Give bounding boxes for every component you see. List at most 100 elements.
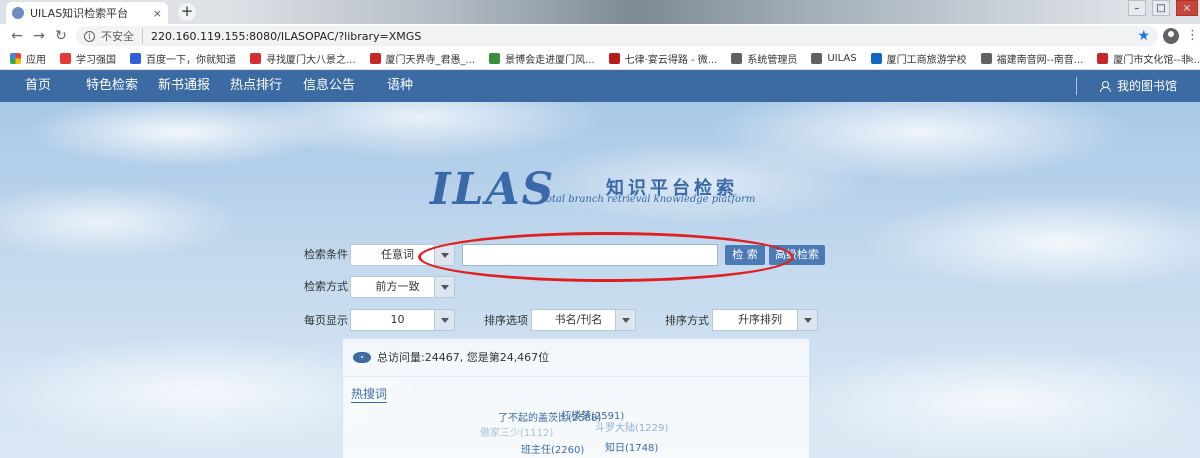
url-text[interactable]: 220.160.119.155:8080/ILASOPAC/?library=X… bbox=[151, 30, 421, 43]
chevron-down-icon[interactable] bbox=[434, 277, 454, 297]
method-select[interactable]: 前方一致 bbox=[350, 276, 455, 298]
bookmark-label: 学习强国 bbox=[76, 55, 116, 66]
bookmark-item[interactable]: 百度一下，你就知道 bbox=[130, 51, 236, 66]
bookmark-item[interactable]: 福建南音网--南音... bbox=[980, 51, 1084, 66]
nav-home[interactable]: 首页 bbox=[25, 70, 51, 102]
chevron-down-icon[interactable] bbox=[434, 310, 454, 330]
bookmark-item[interactable]: 学习强国 bbox=[60, 51, 116, 66]
profile-icon[interactable] bbox=[1163, 28, 1179, 44]
bookmarks-bar: 应用 学习强国 百度一下，你就知道 寻找厦门大八景之... 厦门天界寺_君愚_... 景博… bbox=[0, 48, 1200, 70]
tab-title: UILAS知识检索平台 bbox=[30, 7, 129, 20]
browser-tabstrip: UILAS知识检索平台 × + – □ × bbox=[0, 0, 1200, 24]
bookmark-item[interactable]: UILAS bbox=[811, 53, 857, 64]
apps-grid-icon bbox=[10, 53, 21, 64]
bookmark-favicon-icon bbox=[489, 53, 501, 64]
nav-language[interactable]: 语种 bbox=[387, 70, 413, 102]
bookmark-label: 七律·宴云得路 - 微... bbox=[624, 55, 718, 66]
site-favicon-icon bbox=[12, 7, 24, 19]
sort-method-label: 排序方式 bbox=[665, 314, 709, 327]
bookmark-label: 福建南音网--南音... bbox=[996, 55, 1084, 66]
eye-icon bbox=[353, 351, 371, 363]
tab-close-icon[interactable]: × bbox=[153, 7, 162, 20]
nav-new-books[interactable]: 新书通报 bbox=[158, 70, 210, 102]
nav-hot-ranking[interactable]: 热点排行 bbox=[230, 70, 282, 102]
ilas-logo: ILAS bbox=[430, 164, 556, 215]
bookmark-label: 景博会走进厦门风... bbox=[505, 55, 595, 66]
bookmark-favicon-icon bbox=[250, 53, 261, 64]
bookmark-label: 厦门天界寺_君愚_... bbox=[385, 55, 476, 66]
bookmark-favicon-icon bbox=[980, 53, 992, 64]
chevron-down-icon[interactable] bbox=[797, 310, 817, 330]
bookmark-favicon-icon bbox=[870, 53, 882, 64]
bookmark-item[interactable]: 寻找厦门大八景之... bbox=[250, 51, 356, 66]
hot-words-title: 热搜词 bbox=[351, 387, 388, 403]
hot-word[interactable]: 红楼梦(2591) bbox=[561, 411, 624, 423]
bookmark-label: UILAS bbox=[827, 53, 857, 64]
stats-panel: 总访问量:24467, 您是第24,467位 热搜词 了不起的盖茨比(2588)… bbox=[342, 338, 810, 458]
address-bar[interactable]: i 不安全 220.160.119.155:8080/ILASOPAC/?lib… bbox=[76, 26, 1158, 46]
chevron-down-icon[interactable] bbox=[434, 245, 454, 265]
browser-tab-active[interactable]: UILAS知识检索平台 × bbox=[6, 2, 168, 24]
search-input[interactable] bbox=[462, 244, 718, 266]
bookmark-favicon-icon bbox=[731, 53, 743, 64]
bookmark-label: 系统管理员 bbox=[747, 55, 798, 66]
bookmark-item[interactable]: 厦门工商旅游学校 bbox=[870, 51, 967, 66]
sort-option-select[interactable]: 书名/刊名 bbox=[531, 309, 636, 331]
hot-word[interactable]: 班主任(2260) bbox=[521, 445, 584, 457]
tabstrip-background bbox=[230, 0, 1130, 24]
close-window-button[interactable]: × bbox=[1176, 0, 1198, 16]
maximize-button[interactable]: □ bbox=[1152, 0, 1170, 16]
visit-counter-text: 总访问量:24467, 您是第24,467位 bbox=[377, 351, 550, 364]
nav-divider bbox=[1076, 77, 1077, 95]
bookmark-item[interactable]: 厦门市文化馆--非... bbox=[1097, 51, 1200, 66]
bookmark-item[interactable]: 七律·宴云得路 - 微... bbox=[608, 51, 718, 66]
per-page-select[interactable]: 10 bbox=[350, 309, 455, 331]
hot-word[interactable]: 知日(1748) bbox=[605, 443, 658, 455]
bookmark-favicon-icon bbox=[811, 53, 823, 64]
bookmark-apps[interactable]: 应用 bbox=[10, 51, 46, 66]
forward-icon[interactable]: → bbox=[30, 27, 48, 45]
bookmark-favicon-icon bbox=[60, 53, 71, 64]
sort-method-select[interactable]: 升序排列 bbox=[712, 309, 818, 331]
sort-option-label: 排序选项 bbox=[484, 314, 528, 327]
panel-divider bbox=[343, 376, 809, 377]
my-library-link[interactable]: 我的图书馆 bbox=[1100, 70, 1177, 102]
browser-toolbar: ← → ↻ i 不安全 220.160.119.155:8080/ILASOPA… bbox=[0, 24, 1200, 48]
bookmark-favicon-icon bbox=[369, 53, 381, 64]
browser-menu-icon[interactable]: ⋮ bbox=[1186, 28, 1199, 44]
chevron-down-icon[interactable] bbox=[615, 310, 635, 330]
bookmark-label: 寻找厦门大八景之... bbox=[266, 55, 356, 66]
condition-label: 检索条件 bbox=[304, 248, 348, 261]
bookmark-item[interactable]: 厦门天界寺_君愚_... bbox=[369, 51, 476, 66]
hot-word[interactable]: 傲家三少(1112) bbox=[480, 428, 553, 440]
logo-subtitle-en: Total branch retrieval knowledge platfor… bbox=[540, 194, 756, 205]
search-button[interactable]: 检 索 bbox=[725, 245, 765, 265]
minimize-button[interactable]: – bbox=[1128, 0, 1146, 16]
method-label: 检索方式 bbox=[304, 280, 348, 293]
nav-announcements[interactable]: 信息公告 bbox=[303, 70, 355, 102]
new-tab-button[interactable]: + bbox=[178, 3, 196, 21]
back-icon[interactable]: ← bbox=[8, 27, 26, 45]
bookmark-label: 厦门工商旅游学校 bbox=[886, 55, 967, 66]
bookmark-item[interactable]: 系统管理员 bbox=[731, 51, 797, 66]
search-stage: ILAS 知识平台检索 Total branch retrieval knowl… bbox=[0, 102, 1200, 458]
security-status[interactable]: 不安全 bbox=[101, 28, 143, 44]
site-nav-bar: 首页 特色检索 新书通报 热点排行 信息公告 语种 我的图书馆 bbox=[0, 70, 1200, 102]
my-library-label: 我的图书馆 bbox=[1117, 79, 1178, 93]
bookmark-star-icon[interactable]: ★ bbox=[1137, 28, 1150, 44]
hot-word[interactable]: 斗罗大陆(1229) bbox=[595, 423, 668, 435]
user-icon bbox=[1100, 80, 1111, 92]
bookmark-favicon-icon bbox=[130, 53, 141, 64]
site-info-icon[interactable]: i bbox=[84, 30, 95, 42]
nav-featured-search[interactable]: 特色检索 bbox=[86, 70, 138, 102]
bookmark-favicon-icon bbox=[608, 53, 620, 64]
per-page-label: 每页显示 bbox=[304, 314, 348, 327]
condition-select[interactable]: 任意词 bbox=[350, 244, 455, 266]
bookmark-label: 应用 bbox=[26, 55, 46, 66]
reload-icon[interactable]: ↻ bbox=[52, 27, 70, 45]
bookmark-favicon-icon bbox=[1097, 53, 1109, 64]
bookmark-item[interactable]: 景博会走进厦门风... bbox=[489, 51, 595, 66]
advanced-search-button[interactable]: 高级检索 bbox=[769, 245, 825, 265]
visit-counter: 总访问量:24467, 您是第24,467位 bbox=[353, 349, 549, 365]
bookmarks-overflow-icon[interactable]: » bbox=[1187, 52, 1194, 66]
